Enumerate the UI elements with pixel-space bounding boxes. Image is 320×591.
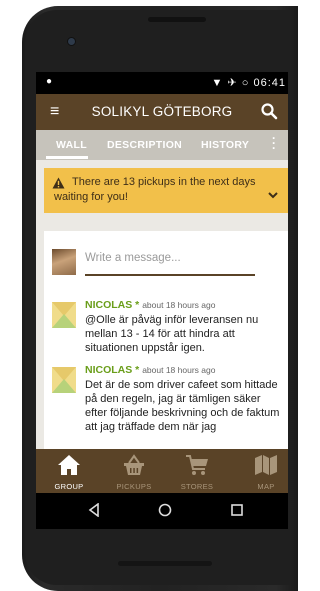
earpiece-speaker <box>148 17 206 22</box>
search-icon[interactable] <box>260 102 278 120</box>
post-header: NICOLAS * about 18 hours ago <box>85 364 215 376</box>
camera-lens <box>67 37 76 46</box>
banner-text-line2: waiting for you! <box>54 191 128 203</box>
nav-pickups[interactable]: PICKUPS <box>109 449 159 493</box>
tab-history[interactable]: HISTORY <box>201 139 249 151</box>
post-header: NICOLAS * about 18 hours ago <box>85 299 215 311</box>
notification-dot-icon: ● <box>46 76 53 87</box>
recents-icon[interactable] <box>230 503 244 517</box>
nav-map[interactable]: MAP <box>241 449 288 493</box>
post-avatar <box>52 367 76 393</box>
post-author[interactable]: NICOLAS <box>85 364 132 376</box>
home-icon <box>58 455 80 475</box>
message-input[interactable] <box>85 247 255 269</box>
post-body: @Olle är påväg inför leveransen nu mella… <box>85 314 259 354</box>
map-icon <box>255 455 277 475</box>
app-title: SOLIKYL GÖTEBORG <box>91 104 233 119</box>
wifi-icon: ▼ <box>211 77 224 89</box>
tab-active-indicator <box>46 156 88 159</box>
cart-icon <box>186 455 208 475</box>
airplane-icon: ✈ <box>227 77 238 89</box>
status-bar: ● ▼ ✈ ○ 06:41 <box>36 72 288 94</box>
nav-label-stores: STORES <box>180 482 214 491</box>
status-time: 06:41 <box>253 77 286 89</box>
more-vert-icon[interactable]: · · · <box>272 132 276 154</box>
status-icons: ▼ ✈ ○ 06:41 <box>212 76 286 89</box>
tab-description[interactable]: DESCRIPTION <box>107 139 182 151</box>
nav-label-pickups: PICKUPS <box>116 482 152 491</box>
nav-label-group: GROUP <box>54 482 84 491</box>
input-underline <box>85 274 255 276</box>
chevron-down-icon[interactable] <box>268 191 278 199</box>
phone-screen: ● ▼ ✈ ○ 06:41 ≡ SOLIKYL GÖTEBORG WALL DE… <box>36 72 288 529</box>
message-feed: NICOLAS * about 18 hours ago @Olle är på… <box>44 231 288 449</box>
tab-bar: WALL DESCRIPTION HISTORY · · · <box>36 130 288 160</box>
nav-stores[interactable]: STORES <box>172 449 222 493</box>
back-icon[interactable] <box>87 503 101 517</box>
warning-icon <box>52 177 65 189</box>
post-time: about 18 hours ago <box>142 365 216 375</box>
pickups-banner[interactable]: There are 13 pickups in the next days wa… <box>44 168 288 213</box>
bottom-speaker <box>118 561 212 566</box>
post-author-star: * <box>135 364 140 376</box>
post-author-star: * <box>135 299 140 311</box>
post-author[interactable]: NICOLAS <box>85 299 132 311</box>
post-body: Det är de som driver cafeet som hittade … <box>85 379 280 433</box>
app-bar: ≡ SOLIKYL GÖTEBORG <box>36 94 288 130</box>
post-time: about 18 hours ago <box>142 300 216 310</box>
sync-icon: ○ <box>241 77 250 89</box>
tab-wall[interactable]: WALL <box>56 139 87 151</box>
banner-text-line1: There are 13 pickups in the next days <box>72 176 256 188</box>
nav-group[interactable]: GROUP <box>44 449 94 493</box>
bottom-navigation: GROUP PICKUPS STORES MAP <box>36 449 288 493</box>
wall-content: There are 13 pickups in the next days wa… <box>36 160 288 449</box>
user-avatar <box>52 249 76 275</box>
basket-icon <box>124 454 144 475</box>
home-button-icon[interactable] <box>158 503 172 517</box>
nav-label-map: MAP <box>257 482 275 491</box>
post-avatar <box>52 302 76 328</box>
system-navigation-bar <box>36 493 288 529</box>
